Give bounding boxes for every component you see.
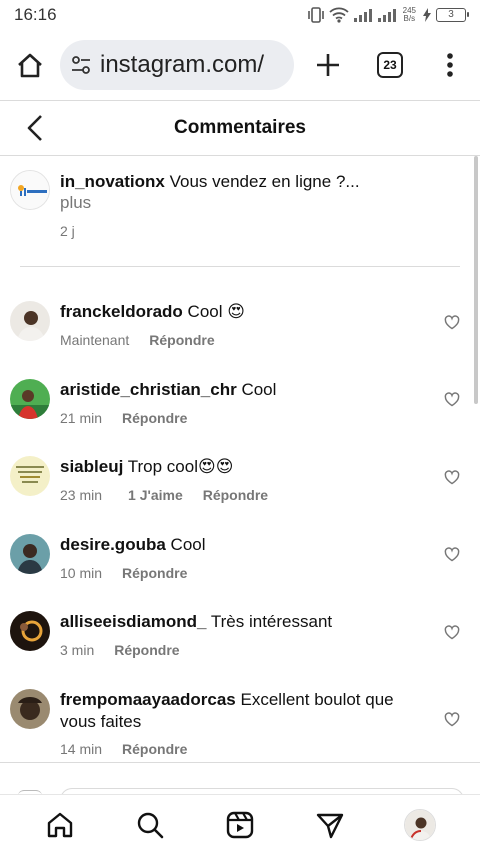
comment-time: 3 min: [60, 642, 95, 658]
comment-body: Cool 😍: [187, 302, 245, 321]
divider: [0, 762, 480, 763]
comment-body: Cool: [241, 380, 277, 399]
reply-button[interactable]: Répondre: [122, 565, 187, 581]
avatar[interactable]: [10, 170, 50, 210]
comment-time: 23 min: [60, 487, 103, 503]
comment-body: Cool: [170, 535, 206, 554]
signal-icon-1: [353, 9, 372, 22]
nav-reels[interactable]: [224, 809, 256, 841]
comment-username[interactable]: siableuj: [60, 457, 123, 476]
comment-meta: 10 min Répondre: [60, 565, 187, 581]
caption-body: Vous vendez en ligne ?...: [169, 172, 360, 191]
comment-meta: 3 min Répondre: [60, 642, 180, 658]
comment-time: 14 min: [60, 741, 103, 757]
status-icons: 245 B/s 3: [307, 7, 469, 23]
avatar[interactable]: [10, 534, 50, 574]
status-bar: 16:16 245 B/s 3: [0, 0, 480, 30]
comment-text: franckeldorado Cool 😍: [60, 301, 430, 323]
wifi-icon: [329, 7, 349, 23]
avatar[interactable]: [10, 379, 50, 419]
avatar[interactable]: [10, 611, 50, 651]
comment-text: aristide_christian_chr Cool: [60, 379, 430, 401]
reels-icon: [226, 811, 254, 839]
browser-toolbar: instagram.com/ 23: [0, 30, 480, 100]
innovationx-logo: [11, 171, 49, 209]
reply-button[interactable]: Répondre: [149, 332, 214, 348]
like-heart-icon[interactable]: [443, 624, 461, 640]
page-title: Commentaires: [174, 117, 306, 138]
signal-icon-2: [377, 9, 396, 22]
avatar-photo: [10, 689, 50, 729]
like-heart-icon[interactable]: [443, 711, 461, 727]
battery-indicator: 3: [436, 8, 469, 22]
url-text: instagram.com/: [100, 51, 265, 78]
avatar[interactable]: [10, 301, 50, 341]
comment-text: frempomaayaadorcas Excellent boulot que …: [60, 689, 430, 733]
avatar[interactable]: [10, 456, 50, 496]
caption-text: in_novationx Vous vendez en ligne ?...: [60, 170, 460, 193]
status-time: 16:16: [14, 5, 57, 24]
avatar-photo: [10, 379, 50, 419]
reply-button[interactable]: Répondre: [203, 487, 268, 503]
search-icon: [137, 812, 164, 839]
comment-username[interactable]: aristide_christian_chr: [60, 380, 237, 399]
comment-time: 21 min: [60, 410, 103, 426]
browser-home-icon[interactable]: [14, 50, 46, 82]
comment-username[interactable]: franckeldorado: [60, 302, 183, 321]
nav-direct[interactable]: [314, 809, 346, 841]
address-bar[interactable]: instagram.com/: [60, 40, 294, 90]
comment-body: Très intéressant: [210, 612, 333, 631]
comment-meta: 21 min Répondre: [60, 410, 187, 426]
nav-profile-avatar[interactable]: [404, 809, 436, 841]
comment-meta: 14 min Répondre: [60, 741, 187, 757]
avatar-photo: [10, 456, 50, 496]
caption-username[interactable]: in_novationx: [60, 172, 165, 191]
nav-search[interactable]: [134, 809, 166, 841]
avatar-photo: [10, 534, 50, 574]
comment-meta: 23 min 1 J'aime Répondre: [60, 487, 268, 503]
new-tab-icon[interactable]: [313, 50, 343, 80]
comment-meta: Maintenant Répondre: [60, 332, 215, 348]
comment-text: alliseeisdiamond_ Très intéressant: [60, 611, 430, 633]
reply-button[interactable]: Répondre: [114, 642, 179, 658]
comment-username[interactable]: alliseeisdiamond_: [60, 612, 206, 631]
like-heart-icon[interactable]: [443, 546, 461, 562]
browser-menu-icon[interactable]: [436, 50, 464, 80]
like-heart-icon[interactable]: [443, 314, 461, 330]
bottom-navigation: [0, 794, 480, 854]
vibrate-icon: [307, 7, 324, 23]
nav-home[interactable]: [44, 809, 76, 841]
comment-body: Trop cool😍😍: [127, 457, 234, 476]
comment-text: desire.gouba Cool: [60, 534, 430, 556]
comment-time: 10 min: [60, 565, 103, 581]
charging-icon: [423, 8, 431, 22]
comment-time: Maintenant: [60, 332, 130, 348]
reply-button[interactable]: Répondre: [122, 741, 187, 757]
avatar-photo: [10, 301, 50, 341]
avatar[interactable]: [10, 689, 50, 729]
network-speed: 245 B/s: [403, 7, 416, 23]
reply-button[interactable]: Répondre: [122, 410, 187, 426]
avatar-photo: [10, 611, 50, 651]
like-heart-icon[interactable]: [443, 469, 461, 485]
like-heart-icon[interactable]: [443, 391, 461, 407]
post-caption: in_novationx Vous vendez en ligne ?... p…: [0, 156, 480, 266]
send-icon: [316, 813, 344, 839]
avatar-photo: [405, 810, 435, 840]
likes-count[interactable]: 1 J'aime: [128, 487, 183, 503]
home-icon: [47, 812, 73, 838]
site-settings-icon[interactable]: [70, 54, 92, 76]
caption-time: 2 j: [60, 223, 75, 239]
comment-username[interactable]: desire.gouba: [60, 535, 166, 554]
comment-username[interactable]: frempomaayaadorcas: [60, 690, 236, 709]
caption-more-link[interactable]: plus: [60, 193, 91, 213]
network-speed-unit: B/s: [403, 14, 416, 23]
divider: [20, 266, 460, 267]
tab-switcher-button[interactable]: 23: [377, 52, 403, 78]
page-header: Commentaires: [0, 101, 480, 155]
comment-text: siableuj Trop cool😍😍: [60, 456, 430, 478]
